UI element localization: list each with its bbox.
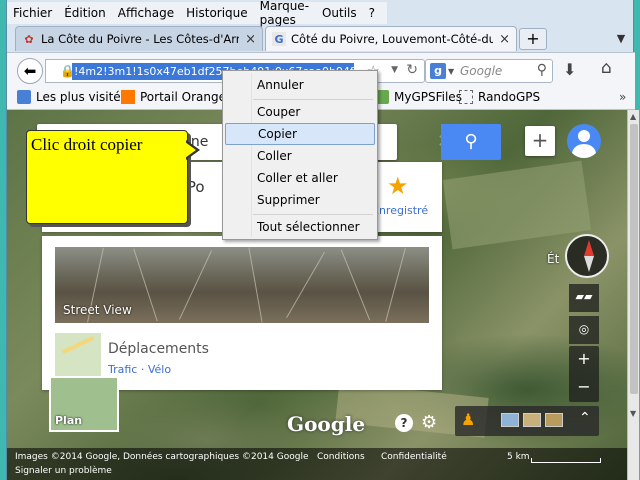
home-icon[interactable]: ⌂: [601, 58, 612, 78]
search-icon[interactable]: ⚲: [537, 62, 547, 78]
tab-cote-du-poivre-1[interactable]: ✿ La Côte du Poivre - Les Côtes-d'Arm...…: [15, 26, 263, 51]
tab-list-dropdown-icon[interactable]: ▼: [611, 28, 631, 50]
avatar-body: [572, 144, 596, 158]
tilt-icon[interactable]: ▰▰: [569, 284, 599, 312]
bookmark-randogps[interactable]: RandoGPS: [459, 90, 540, 104]
scale-bar: [531, 458, 601, 463]
annotation-callout: Clic droit copier: [26, 130, 188, 224]
bookmark-label: RandoGPS: [478, 90, 541, 104]
bookmark-label: MyGPSFiles: [394, 90, 462, 104]
tab-cote-du-poivre-2[interactable]: G Côté du Poivre, Louvemont-Côté-du... ×: [265, 26, 517, 51]
photo-thumbnail[interactable]: [545, 413, 563, 427]
google-maps-icon: G: [272, 32, 286, 46]
pegman-icon[interactable]: ♟: [461, 410, 475, 429]
map-footer: Images ©2014 Google, Données cartographi…: [7, 448, 627, 480]
my-location-icon[interactable]: ◎: [569, 316, 599, 344]
photo-thumbnail[interactable]: [523, 413, 541, 427]
directions-thumbnail[interactable]: [55, 333, 101, 379]
back-button[interactable]: ⬅: [17, 58, 43, 84]
compass-icon[interactable]: [565, 234, 609, 278]
map-field: [442, 160, 592, 250]
bookmark-mygpsfiles[interactable]: MyGPSFiles: [375, 90, 462, 104]
download-icon[interactable]: ⬇: [563, 60, 576, 79]
zoom-out-button[interactable]: −: [569, 374, 599, 402]
star-folder-icon: [17, 90, 31, 104]
menu-item-couper[interactable]: Couper: [225, 102, 375, 124]
save-label[interactable]: Enregistré: [372, 204, 428, 217]
maple-leaf-icon: ✿: [24, 32, 34, 46]
zoom-in-button[interactable]: +: [569, 346, 599, 374]
scroll-thumb[interactable]: [630, 124, 638, 394]
menu-item-copier[interactable]: Copier: [225, 123, 375, 145]
avatar-head: [578, 130, 590, 142]
google-search-engine-icon[interactable]: g: [430, 63, 446, 79]
google-logo: Google: [287, 412, 366, 436]
street-view-label: Street View: [63, 303, 132, 317]
tab-bar: ✿ La Côte du Poivre - Les Côtes-d'Arm...…: [7, 26, 635, 52]
menu-item-coller[interactable]: Coller: [225, 146, 375, 168]
expand-chevron-icon[interactable]: ⌃: [579, 410, 591, 426]
reload-icon[interactable]: ↻: [406, 62, 418, 78]
plan-label: Plan: [55, 414, 83, 427]
new-tab-button[interactable]: +: [519, 28, 547, 50]
orange-icon: [121, 90, 135, 104]
map-search-button[interactable]: ⚲: [441, 124, 501, 160]
copyright-text: Images ©2014 Google, Données cartographi…: [15, 452, 309, 462]
history-dropdown-icon[interactable]: ▼: [391, 65, 398, 75]
search-box[interactable]: g ▼ Google ⚲: [425, 59, 553, 83]
menu-historique[interactable]: Historique: [186, 6, 248, 20]
menu-item-supprimer[interactable]: Supprimer: [225, 190, 375, 212]
scroll-down-icon[interactable]: ▼: [630, 409, 636, 418]
menu-bar: Fichier Édition Affichage Historique Mar…: [7, 0, 387, 27]
privacy-link[interactable]: Confidentialité: [381, 452, 447, 462]
conditions-link[interactable]: Conditions: [317, 452, 365, 462]
menu-aide[interactable]: ?: [369, 6, 375, 20]
context-menu: Annuler Couper Copier Coller Coller et a…: [222, 70, 378, 240]
scale-label: 5 km: [507, 452, 530, 462]
menu-outils[interactable]: Outils: [322, 6, 357, 20]
tab-title: La Côte du Poivre - Les Côtes-d'Arm...: [41, 32, 240, 46]
place-label: Ét: [547, 252, 560, 266]
gear-icon[interactable]: ⚙: [421, 412, 437, 433]
add-icon[interactable]: +: [525, 126, 555, 156]
page-icon: [459, 90, 473, 104]
bookmarks-overflow-icon[interactable]: »: [619, 90, 626, 104]
menu-item-annuler[interactable]: Annuler: [225, 75, 375, 97]
tab-title: Côté du Poivre, Louvemont-Côté-du...: [291, 32, 494, 46]
bookmark-label: Portail Orange: [140, 90, 226, 104]
menu-affichage[interactable]: Affichage: [118, 6, 174, 20]
saved-star-icon[interactable]: ★: [387, 172, 409, 200]
pegman-strip: ♟ ⌃: [455, 406, 599, 436]
photo-thumbnail[interactable]: [501, 413, 519, 427]
directions-title[interactable]: Déplacements: [108, 341, 209, 357]
menu-item-tout-selectionner[interactable]: Tout sélectionner: [225, 217, 375, 239]
scroll-up-icon[interactable]: ▲: [630, 112, 636, 121]
bookmark-les-plus-visites[interactable]: Les plus visités: [17, 90, 127, 104]
bookmark-portail-orange[interactable]: Portail Orange: [121, 90, 226, 104]
engine-dropdown-icon[interactable]: ▼: [448, 67, 454, 76]
close-tab-icon[interactable]: ×: [499, 32, 510, 47]
close-tab-icon[interactable]: ×: [245, 32, 256, 47]
directions-links[interactable]: Trafic · Vélo: [108, 363, 171, 376]
callout-tail-fill: [185, 142, 196, 158]
search-icon: ⚲: [464, 131, 478, 152]
callout-text: Clic droit copier: [31, 135, 143, 154]
street-view-image[interactable]: Street View: [55, 247, 429, 323]
bookmark-label: Les plus visités: [36, 90, 127, 104]
plan-toggle[interactable]: Plan: [49, 376, 119, 432]
avatar[interactable]: [567, 124, 601, 158]
help-icon[interactable]: ?: [395, 414, 413, 432]
menu-fichier[interactable]: Fichier: [13, 6, 52, 20]
menu-edition[interactable]: Édition: [64, 6, 106, 20]
menu-marque-pages[interactable]: Marque-pages: [260, 0, 310, 27]
report-problem-link[interactable]: Signaler un problème: [15, 466, 112, 476]
street-view-card: Street View Déplacements Trafic · Vélo: [42, 236, 442, 390]
vertical-scrollbar[interactable]: ▲ ▼: [627, 110, 639, 480]
search-placeholder: Google: [460, 64, 503, 78]
menu-item-coller-et-aller[interactable]: Coller et aller: [225, 168, 375, 190]
